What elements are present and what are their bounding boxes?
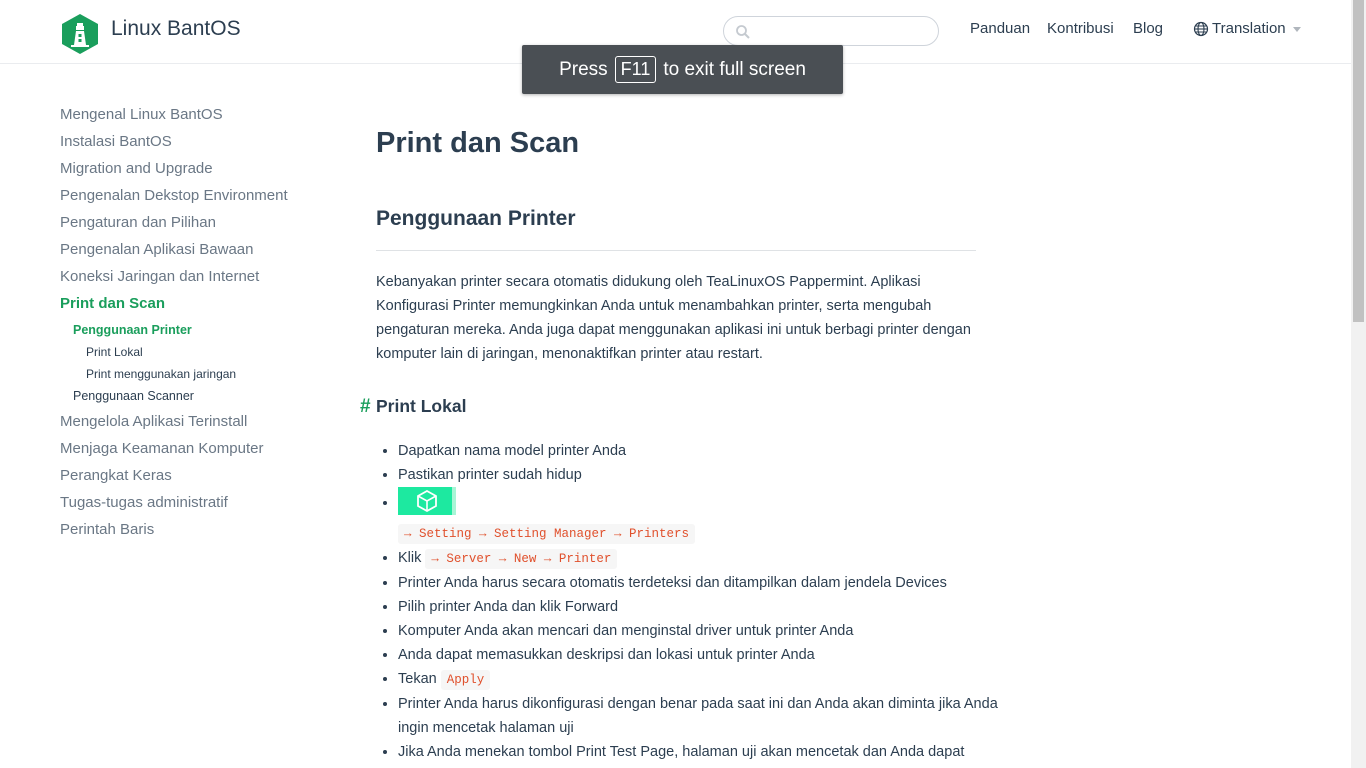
sidebar-item-pengaturan[interactable]: Pengaturan dan Pilihan [60,212,340,239]
sidebar-subitem-print-jaringan[interactable]: Print menggunakan jaringan [60,364,340,386]
nav-link-kontribusi[interactable]: Kontribusi [1047,20,1114,37]
list-item: Printer Anda harus secara otomatis terde… [398,571,998,595]
code-server-path: → Server → New → Printer [425,549,618,569]
sidebar-item-aplikasi-bawaan[interactable]: Pengenalan Aplikasi Bawaan [60,239,340,266]
step-text: Klik [398,550,422,566]
list-item: Tekan Apply [398,667,998,692]
sidebar-subitem-print-lokal[interactable]: Print Lokal [60,342,340,364]
list-item: Anda dapat memasukkan deskripsi dan loka… [398,643,998,667]
cube-icon [417,490,437,512]
sidebar-item-perintah-baris[interactable]: Perintah Baris [60,519,340,546]
list-item: Pilih printer Anda dan klik Forward [398,595,998,619]
globe-icon [1193,21,1209,36]
scrollbar-thumb[interactable] [1353,0,1364,322]
list-item: Pastikan printer sudah hidup [398,463,998,487]
sidebar-item-migration[interactable]: Migration and Upgrade [60,158,340,185]
sidebar-item-perangkat-keras[interactable]: Perangkat Keras [60,465,340,492]
nav-link-blog[interactable]: Blog [1133,20,1163,37]
chevron-down-icon [1292,27,1301,32]
code-settings-path: → Setting → Setting Manager → Printers [398,524,696,544]
site-name[interactable]: Linux BantOS [111,17,241,41]
section-title: Penggunaan Printer [376,207,976,251]
search-input[interactable] [756,20,930,44]
settings-app-icon [398,487,456,515]
banner-text-before: Press [559,58,608,80]
steps-list: Dapatkan nama model printer Anda Pastika… [376,439,998,764]
sidebar-item-mengelola-aplikasi[interactable]: Mengelola Aplikasi Terinstall [60,411,340,438]
list-item: Dapatkan nama model printer Anda [398,439,998,463]
sidebar-item-desktop-env[interactable]: Pengenalan Dekstop Environment [60,185,340,212]
nav-link-panduan[interactable]: Panduan [970,20,1030,37]
search-icon [736,25,750,39]
badge-edge [452,487,456,515]
sidebar-item-tugas-admin[interactable]: Tugas-tugas administratif [60,492,340,519]
subsection-title: Print Lokal [376,396,467,416]
sidebar-subitem-penggunaan-printer[interactable]: Penggunaan Printer [60,320,340,342]
sidebar: Mengenal Linux BantOS Instalasi BantOS M… [60,104,340,546]
list-item: Printer Anda harus dikonfigurasi dengan … [398,692,998,740]
list-item: → Setting → Setting Manager → Printers [398,487,998,546]
step-text: Tekan [398,671,437,687]
banner-key: F11 [614,56,657,83]
fullscreen-exit-banner: Press F11 to exit full screen [522,45,843,94]
page-scrollbar[interactable] [1351,0,1366,768]
list-item: Jika Anda menekan tombol Print Test Page… [398,740,998,764]
sidebar-item-keamanan[interactable]: Menjaga Keamanan Komputer [60,438,340,465]
search-box[interactable] [723,16,939,46]
lighthouse-logo-icon[interactable] [60,13,100,55]
sidebar-item-print-scan[interactable]: Print dan Scan [60,293,340,320]
sidebar-item-mengenal[interactable]: Mengenal Linux BantOS [60,104,340,131]
banner-text-after: to exit full screen [663,58,806,80]
intro-paragraph: Kebanyakan printer secara otomatis diduk… [376,274,971,362]
translation-dropdown[interactable]: Translation [1193,20,1301,37]
code-apply: Apply [440,670,491,690]
translation-label: Translation [1212,20,1286,37]
list-item: Klik → Server → New → Printer [398,546,998,571]
sidebar-item-koneksi[interactable]: Koneksi Jaringan dan Internet [60,266,340,293]
list-item: Komputer Anda akan mencari dan menginsta… [398,619,998,643]
header-anchor-link[interactable]: # [360,396,371,418]
sidebar-item-instalasi[interactable]: Instalasi BantOS [60,131,340,158]
page-title: Print dan Scan [376,127,580,159]
sidebar-subitem-penggunaan-scanner[interactable]: Penggunaan Scanner [60,386,340,408]
